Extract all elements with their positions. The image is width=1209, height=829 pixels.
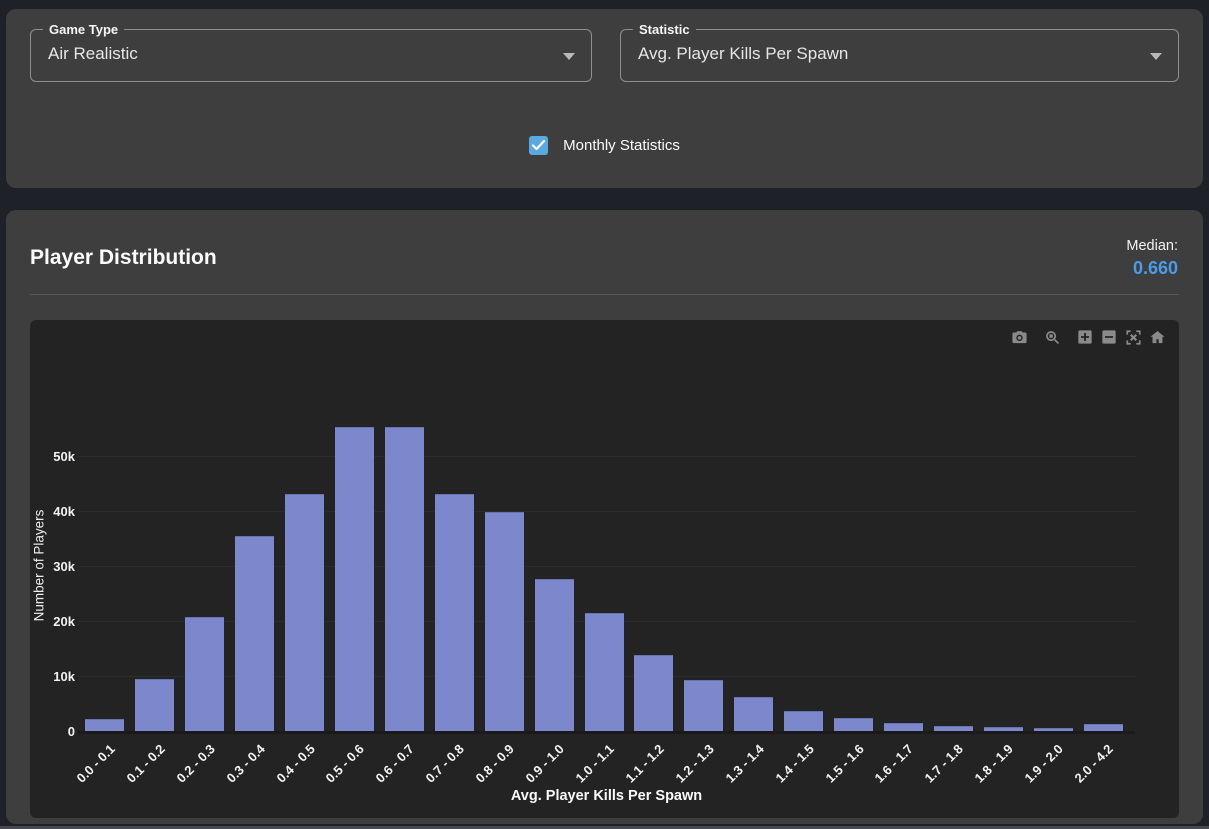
bar <box>884 723 923 731</box>
bar <box>684 680 723 731</box>
bar <box>1034 728 1073 731</box>
bar <box>734 697 773 731</box>
bar <box>834 718 873 731</box>
bar <box>984 727 1023 731</box>
monthly-statistics-row: Monthly Statistics <box>6 136 1203 155</box>
bar <box>784 711 823 731</box>
median-value: 0.660 <box>1126 258 1178 279</box>
median-block: Median: 0.660 <box>1126 238 1178 279</box>
player-distribution-panel: Player Distribution Median: 0.660 <box>6 210 1203 824</box>
x-axis-title: Avg. Player Kills Per Spawn <box>78 788 1135 804</box>
header-divider <box>30 294 1179 295</box>
filters-panel: Game Type Air Realistic Statistic Avg. P… <box>6 9 1203 188</box>
bar <box>335 427 374 731</box>
statistic-select[interactable]: Statistic Avg. Player Kills Per Spawn <box>620 29 1179 82</box>
checkmark-icon <box>532 140 545 151</box>
bar <box>135 679 174 731</box>
panel-title: Player Distribution <box>30 246 217 270</box>
y-tick-label: 10k <box>35 670 75 683</box>
bar <box>185 617 224 731</box>
camera-icon[interactable] <box>1007 325 1031 349</box>
chevron-down-icon <box>1150 53 1162 60</box>
zoom-out-icon[interactable] <box>1097 325 1121 349</box>
game-type-label: Game Type <box>43 21 124 38</box>
bar <box>385 427 424 731</box>
median-label: Median: <box>1126 238 1178 254</box>
bar <box>85 719 124 731</box>
bar <box>485 512 524 731</box>
y-gridline <box>78 511 1135 512</box>
monthly-statistics-checkbox[interactable] <box>529 136 548 155</box>
statistic-value: Avg. Player Kills Per Spawn <box>638 44 848 64</box>
y-gridline <box>78 456 1135 457</box>
monthly-statistics-label: Monthly Statistics <box>563 137 680 154</box>
autoscale-icon[interactable] <box>1121 325 1145 349</box>
bar <box>1084 724 1123 731</box>
bar <box>535 579 574 731</box>
bar <box>435 494 474 731</box>
y-axis-title: Number of Players <box>32 496 47 636</box>
bar <box>934 726 973 731</box>
statistic-label: Statistic <box>633 21 696 38</box>
x-axis-line <box>78 731 1135 734</box>
bar <box>285 494 324 731</box>
y-tick-label: 0 <box>35 725 75 738</box>
bar <box>634 655 673 731</box>
chevron-down-icon <box>563 53 575 60</box>
zoom-in-icon[interactable] <box>1073 325 1097 349</box>
zoom-icon[interactable] <box>1040 325 1064 349</box>
bar <box>235 536 274 731</box>
chart-canvas[interactable]: 010k20k30k40k50k0.0 - 0.10.1 - 0.20.2 - … <box>30 320 1179 818</box>
game-type-select[interactable]: Game Type Air Realistic <box>30 29 592 82</box>
bar <box>585 613 624 731</box>
y-tick-label: 50k <box>35 450 75 463</box>
game-type-value: Air Realistic <box>48 44 138 64</box>
chart-modebar <box>1007 325 1169 349</box>
home-icon[interactable] <box>1145 325 1169 349</box>
